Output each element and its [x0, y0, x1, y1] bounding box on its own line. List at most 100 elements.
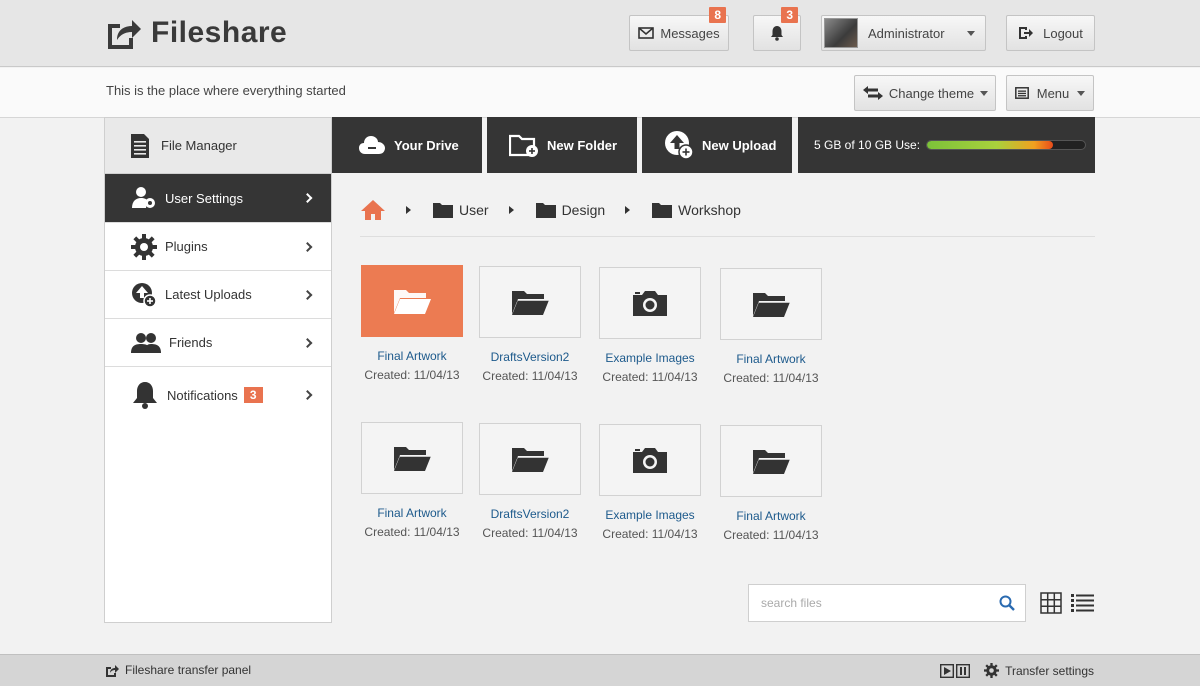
avatar	[824, 18, 858, 48]
sidebar-item-plugins[interactable]: Plugins	[105, 223, 331, 271]
file-thumbnail[interactable]	[361, 265, 463, 337]
your-drive-button[interactable]: Your Drive	[332, 117, 482, 173]
list-view-icon[interactable]	[1071, 593, 1094, 613]
search-icon[interactable]	[999, 595, 1015, 611]
new-upload-button[interactable]: New Upload	[642, 117, 792, 173]
bell-icon	[133, 382, 157, 409]
file-date: Created: 11/04/13	[482, 369, 578, 383]
sidebar-header: File Manager	[105, 118, 331, 174]
top-header: Fileshare Messages 8 3 Administrator Log…	[0, 0, 1200, 67]
file-item[interactable]: Example Images Created: 11/04/13	[598, 267, 702, 384]
file-name[interactable]: Final Artwork	[360, 349, 464, 363]
logout-label: Logout	[1043, 25, 1083, 41]
footer-controls: Transfer settings	[940, 663, 1094, 678]
logo[interactable]: Fileshare	[105, 16, 287, 50]
file-thumbnail[interactable]	[599, 424, 701, 496]
chevron-right-icon	[302, 241, 313, 252]
open-folder-icon	[392, 286, 432, 316]
file-thumbnail[interactable]	[479, 423, 581, 495]
file-name[interactable]: Example Images	[598, 508, 702, 522]
file-item[interactable]: Final Artwork Created: 11/04/13	[719, 425, 823, 542]
search-input[interactable]	[749, 585, 979, 621]
friends-icon	[131, 332, 161, 353]
play-pause-icon[interactable]	[940, 663, 971, 678]
breadcrumb-item[interactable]: Workshop	[652, 202, 741, 218]
file-name[interactable]: Final Artwork	[360, 506, 464, 520]
chevron-down-icon	[967, 31, 975, 36]
file-item[interactable]: Final Artwork Created: 11/04/13	[360, 265, 464, 382]
file-name[interactable]: DraftsVersion2	[478, 350, 582, 364]
swap-arrows-icon	[862, 86, 883, 100]
folder-icon	[392, 443, 432, 473]
new-folder-button[interactable]: New Folder	[487, 117, 637, 173]
grid-view-icon[interactable]	[1040, 592, 1062, 614]
sidebar-item-latest-uploads[interactable]: Latest Uploads	[105, 271, 331, 319]
transfer-panel-label: Fileshare transfer panel	[125, 663, 252, 677]
transfer-settings-link[interactable]: Transfer settings	[1005, 664, 1094, 678]
file-item[interactable]: Example Images Created: 11/04/13	[598, 424, 702, 541]
file-name[interactable]: Example Images	[598, 351, 702, 365]
file-item[interactable]: DraftsVersion2 Created: 11/04/13	[478, 423, 582, 540]
logout-button[interactable]: Logout	[1006, 15, 1095, 51]
caret-right-icon	[406, 205, 411, 214]
file-thumbnail[interactable]	[720, 425, 822, 497]
file-thumbnail[interactable]	[599, 267, 701, 339]
your-drive-label: Your Drive	[394, 137, 459, 153]
gear-icon	[131, 233, 157, 260]
home-icon[interactable]	[360, 199, 386, 221]
file-thumbnail[interactable]	[479, 266, 581, 338]
folder-icon	[652, 202, 673, 218]
transfer-panel-link[interactable]: Fileshare transfer panel	[105, 663, 251, 677]
menu-button[interactable]: Menu	[1006, 75, 1094, 111]
cloud-icon	[359, 136, 385, 154]
sidebar-item-label: Latest Uploads	[165, 287, 252, 302]
messages-button[interactable]: Messages 8	[629, 7, 729, 51]
notifications-button[interactable]: 3	[753, 7, 801, 51]
user-dropdown[interactable]: Administrator	[821, 15, 986, 51]
breadcrumb: User Design Workshop	[360, 193, 1095, 237]
search-box	[748, 584, 1026, 622]
breadcrumb-label: Design	[561, 201, 606, 218]
sidebar-item-user-settings[interactable]: User Settings	[105, 174, 331, 223]
share-logo-icon	[108, 20, 141, 49]
storage-meter: 5 GB of 10 GB Use:	[798, 117, 1095, 173]
storage-bar-fill	[927, 141, 1054, 149]
folder-icon	[433, 202, 453, 218]
brand-name: Fileshare	[151, 16, 288, 49]
file-thumbnail[interactable]	[361, 422, 463, 494]
file-item[interactable]: Final Artwork Created: 11/04/13	[360, 422, 464, 539]
chevron-right-icon	[302, 193, 313, 203]
messages-count-badge: 8	[709, 7, 726, 23]
chevron-right-icon	[302, 337, 313, 348]
upload-icon	[665, 131, 694, 160]
file-name[interactable]: DraftsVersion2	[478, 507, 582, 521]
file-name[interactable]: Final Artwork	[719, 509, 823, 523]
folder-icon	[535, 202, 556, 218]
breadcrumb-item[interactable]: User	[433, 202, 489, 218]
chevron-right-icon	[302, 390, 313, 400]
notifications-count-badge: 3	[781, 7, 798, 23]
file-thumbnail[interactable]	[720, 268, 822, 340]
file-date: Created: 11/04/13	[723, 528, 819, 542]
file-date: Created: 11/04/13	[602, 370, 698, 384]
file-date: Created: 11/04/13	[723, 371, 819, 385]
logout-icon	[1019, 27, 1034, 39]
change-theme-button[interactable]: Change theme	[854, 75, 996, 111]
share-icon	[106, 664, 119, 677]
sidebar-item-notifications[interactable]: Notifications 3	[105, 367, 331, 423]
caret-right-icon	[508, 205, 514, 214]
file-date: Created: 11/04/13	[364, 525, 460, 539]
menu-label: Menu	[1036, 85, 1070, 101]
file-date: Created: 11/04/13	[602, 527, 698, 541]
messages-label: Messages	[660, 25, 720, 41]
breadcrumb-item[interactable]: Design	[535, 201, 606, 218]
file-item[interactable]: DraftsVersion2 Created: 11/04/13	[478, 266, 582, 383]
notifications-badge: 3	[243, 387, 263, 403]
file-item[interactable]: Final Artwork Created: 11/04/13	[719, 268, 823, 385]
sidebar-item-friends[interactable]: Friends	[105, 319, 331, 367]
file-name[interactable]: Final Artwork	[719, 352, 823, 366]
list-icon	[1014, 87, 1029, 99]
chevron-down-icon	[1077, 90, 1086, 96]
breadcrumb-label: Workshop	[678, 201, 741, 218]
envelope-icon	[638, 27, 655, 39]
